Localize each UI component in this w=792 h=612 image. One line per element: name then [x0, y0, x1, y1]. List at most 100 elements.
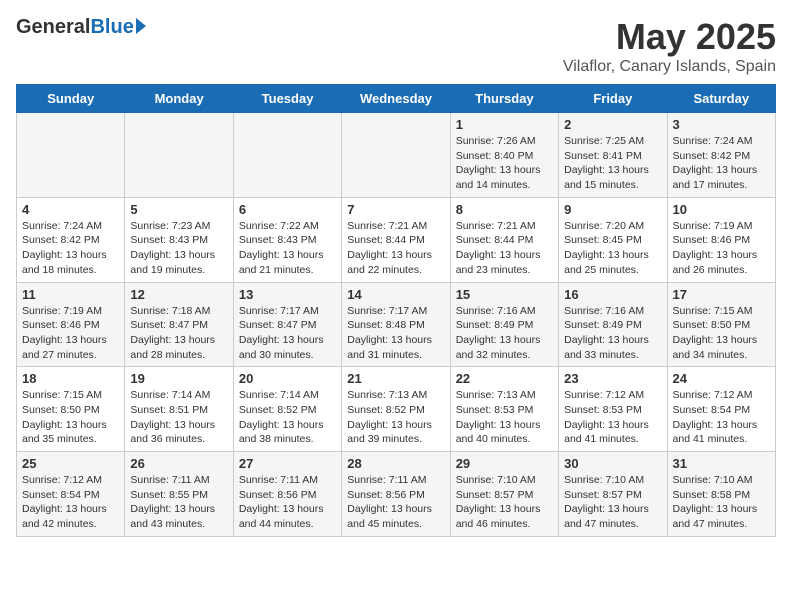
calendar-cell: 20Sunrise: 7:14 AM Sunset: 8:52 PM Dayli…: [233, 367, 341, 452]
calendar-cell: 5 Sunrise: 7:23 AM Sunset: 8:43 PM Daylig…: [125, 197, 233, 282]
day-number: 5: [130, 202, 227, 217]
location-title: Vilaflor, Canary Islands, Spain: [563, 58, 776, 76]
day-info: Sunrise: 7:13 AM Sunset: 8:52 PM Dayligh…: [347, 388, 444, 447]
calendar-cell: 13Sunrise: 7:17 AM Sunset: 8:47 PM Dayli…: [233, 282, 341, 367]
calendar-header-row: SundayMondayTuesdayWednesdayThursdayFrid…: [17, 85, 776, 113]
day-info: Sunrise: 7:19 AM Sunset: 8:46 PM Dayligh…: [673, 219, 770, 278]
day-info: Sunrise: 7:10 AM Sunset: 8:57 PM Dayligh…: [564, 473, 661, 532]
calendar-cell: 27 Sunrise: 7:11 AM Sunset: 8:56 PM Dayli…: [233, 452, 341, 537]
calendar-cell: 16Sunrise: 7:16 AM Sunset: 8:49 PM Dayli…: [559, 282, 667, 367]
day-number: 15: [456, 287, 553, 302]
calendar-cell: [342, 113, 450, 198]
day-info: Sunrise: 7:23 AM Sunset: 8:43 PM Dayligh…: [130, 219, 227, 278]
day-info: Sunrise: 7:17 AM Sunset: 8:48 PM Dayligh…: [347, 304, 444, 363]
title-section: May 2025 Vilaflor, Canary Islands, Spain: [563, 16, 776, 76]
day-info: Sunrise: 7:15 AM Sunset: 8:50 PM Dayligh…: [673, 304, 770, 363]
logo-blue: Blue: [90, 16, 133, 39]
day-number: 8: [456, 202, 553, 217]
calendar-day-header: Wednesday: [342, 85, 450, 113]
calendar-cell: 24 Sunrise: 7:12 AM Sunset: 8:54 PM Dayli…: [667, 367, 775, 452]
calendar-cell: 6 Sunrise: 7:22 AM Sunset: 8:43 PM Daylig…: [233, 197, 341, 282]
day-info: Sunrise: 7:11 AM Sunset: 8:56 PM Dayligh…: [239, 473, 336, 532]
day-info: Sunrise: 7:11 AM Sunset: 8:55 PM Dayligh…: [130, 473, 227, 532]
calendar-cell: 22Sunrise: 7:13 AM Sunset: 8:53 PM Dayli…: [450, 367, 558, 452]
day-info: Sunrise: 7:22 AM Sunset: 8:43 PM Dayligh…: [239, 219, 336, 278]
day-number: 30: [564, 456, 661, 471]
day-info: Sunrise: 7:16 AM Sunset: 8:49 PM Dayligh…: [564, 304, 661, 363]
month-title: May 2025: [563, 16, 776, 58]
day-number: 27: [239, 456, 336, 471]
calendar-week-row: 18 Sunrise: 7:15 AM Sunset: 8:50 PM Dayli…: [17, 367, 776, 452]
calendar-week-row: 4 Sunrise: 7:24 AM Sunset: 8:42 PM Daylig…: [17, 197, 776, 282]
calendar-cell: [17, 113, 125, 198]
calendar-cell: 8 Sunrise: 7:21 AM Sunset: 8:44 PM Daylig…: [450, 197, 558, 282]
day-number: 29: [456, 456, 553, 471]
day-info: Sunrise: 7:11 AM Sunset: 8:56 PM Dayligh…: [347, 473, 444, 532]
day-info: Sunrise: 7:14 AM Sunset: 8:52 PM Dayligh…: [239, 388, 336, 447]
day-number: 26: [130, 456, 227, 471]
day-number: 24: [673, 371, 770, 386]
day-number: 22: [456, 371, 553, 386]
calendar-cell: 21 Sunrise: 7:13 AM Sunset: 8:52 PM Dayli…: [342, 367, 450, 452]
calendar-cell: 15 Sunrise: 7:16 AM Sunset: 8:49 PM Dayli…: [450, 282, 558, 367]
day-info: Sunrise: 7:12 AM Sunset: 8:54 PM Dayligh…: [673, 388, 770, 447]
day-number: 17: [673, 287, 770, 302]
day-number: 23: [564, 371, 661, 386]
calendar-day-header: Tuesday: [233, 85, 341, 113]
day-number: 31: [673, 456, 770, 471]
day-number: 21: [347, 371, 444, 386]
calendar-cell: 1Sunrise: 7:26 AM Sunset: 8:40 PM Daylig…: [450, 113, 558, 198]
calendar-day-header: Saturday: [667, 85, 775, 113]
calendar-cell: [125, 113, 233, 198]
calendar-table: SundayMondayTuesdayWednesdayThursdayFrid…: [16, 84, 776, 537]
day-info: Sunrise: 7:21 AM Sunset: 8:44 PM Dayligh…: [456, 219, 553, 278]
calendar-cell: 12 Sunrise: 7:18 AM Sunset: 8:47 PM Dayli…: [125, 282, 233, 367]
calendar-cell: 29 Sunrise: 7:10 AM Sunset: 8:57 PM Dayli…: [450, 452, 558, 537]
day-number: 25: [22, 456, 119, 471]
day-info: Sunrise: 7:24 AM Sunset: 8:42 PM Dayligh…: [22, 219, 119, 278]
calendar-cell: 10Sunrise: 7:19 AM Sunset: 8:46 PM Dayli…: [667, 197, 775, 282]
day-info: Sunrise: 7:15 AM Sunset: 8:50 PM Dayligh…: [22, 388, 119, 447]
day-info: Sunrise: 7:25 AM Sunset: 8:41 PM Dayligh…: [564, 134, 661, 193]
page-header: General Blue May 2025 Vilaflor, Canary I…: [16, 16, 776, 76]
calendar-week-row: 25 Sunrise: 7:12 AM Sunset: 8:54 PM Dayli…: [17, 452, 776, 537]
calendar-cell: 18 Sunrise: 7:15 AM Sunset: 8:50 PM Dayli…: [17, 367, 125, 452]
day-number: 12: [130, 287, 227, 302]
day-number: 7: [347, 202, 444, 217]
day-number: 13: [239, 287, 336, 302]
calendar-cell: 25 Sunrise: 7:12 AM Sunset: 8:54 PM Dayli…: [17, 452, 125, 537]
calendar-day-header: Friday: [559, 85, 667, 113]
day-info: Sunrise: 7:12 AM Sunset: 8:54 PM Dayligh…: [22, 473, 119, 532]
logo-general: General: [16, 16, 90, 39]
calendar-cell: 19 Sunrise: 7:14 AM Sunset: 8:51 PM Dayli…: [125, 367, 233, 452]
day-number: 28: [347, 456, 444, 471]
calendar-cell: 11 Sunrise: 7:19 AM Sunset: 8:46 PM Dayli…: [17, 282, 125, 367]
day-info: Sunrise: 7:16 AM Sunset: 8:49 PM Dayligh…: [456, 304, 553, 363]
calendar-cell: 31 Sunrise: 7:10 AM Sunset: 8:58 PM Dayli…: [667, 452, 775, 537]
calendar-cell: 26 Sunrise: 7:11 AM Sunset: 8:55 PM Dayli…: [125, 452, 233, 537]
day-number: 18: [22, 371, 119, 386]
day-number: 2: [564, 117, 661, 132]
logo: General Blue: [16, 16, 146, 39]
calendar-cell: 7 Sunrise: 7:21 AM Sunset: 8:44 PM Daylig…: [342, 197, 450, 282]
calendar-day-header: Monday: [125, 85, 233, 113]
day-number: 14: [347, 287, 444, 302]
calendar-cell: 28 Sunrise: 7:11 AM Sunset: 8:56 PM Dayli…: [342, 452, 450, 537]
day-info: Sunrise: 7:14 AM Sunset: 8:51 PM Dayligh…: [130, 388, 227, 447]
calendar-cell: 3Sunrise: 7:24 AM Sunset: 8:42 PM Daylig…: [667, 113, 775, 198]
day-number: 6: [239, 202, 336, 217]
calendar-cell: 30 Sunrise: 7:10 AM Sunset: 8:57 PM Dayli…: [559, 452, 667, 537]
day-number: 19: [130, 371, 227, 386]
calendar-cell: 4 Sunrise: 7:24 AM Sunset: 8:42 PM Daylig…: [17, 197, 125, 282]
day-info: Sunrise: 7:24 AM Sunset: 8:42 PM Dayligh…: [673, 134, 770, 193]
day-number: 4: [22, 202, 119, 217]
calendar-cell: 14 Sunrise: 7:17 AM Sunset: 8:48 PM Dayli…: [342, 282, 450, 367]
day-info: Sunrise: 7:21 AM Sunset: 8:44 PM Dayligh…: [347, 219, 444, 278]
calendar-cell: [233, 113, 341, 198]
day-number: 11: [22, 287, 119, 302]
day-info: Sunrise: 7:18 AM Sunset: 8:47 PM Dayligh…: [130, 304, 227, 363]
day-info: Sunrise: 7:10 AM Sunset: 8:58 PM Dayligh…: [673, 473, 770, 532]
day-info: Sunrise: 7:10 AM Sunset: 8:57 PM Dayligh…: [456, 473, 553, 532]
calendar-cell: 9Sunrise: 7:20 AM Sunset: 8:45 PM Daylig…: [559, 197, 667, 282]
day-info: Sunrise: 7:19 AM Sunset: 8:46 PM Dayligh…: [22, 304, 119, 363]
